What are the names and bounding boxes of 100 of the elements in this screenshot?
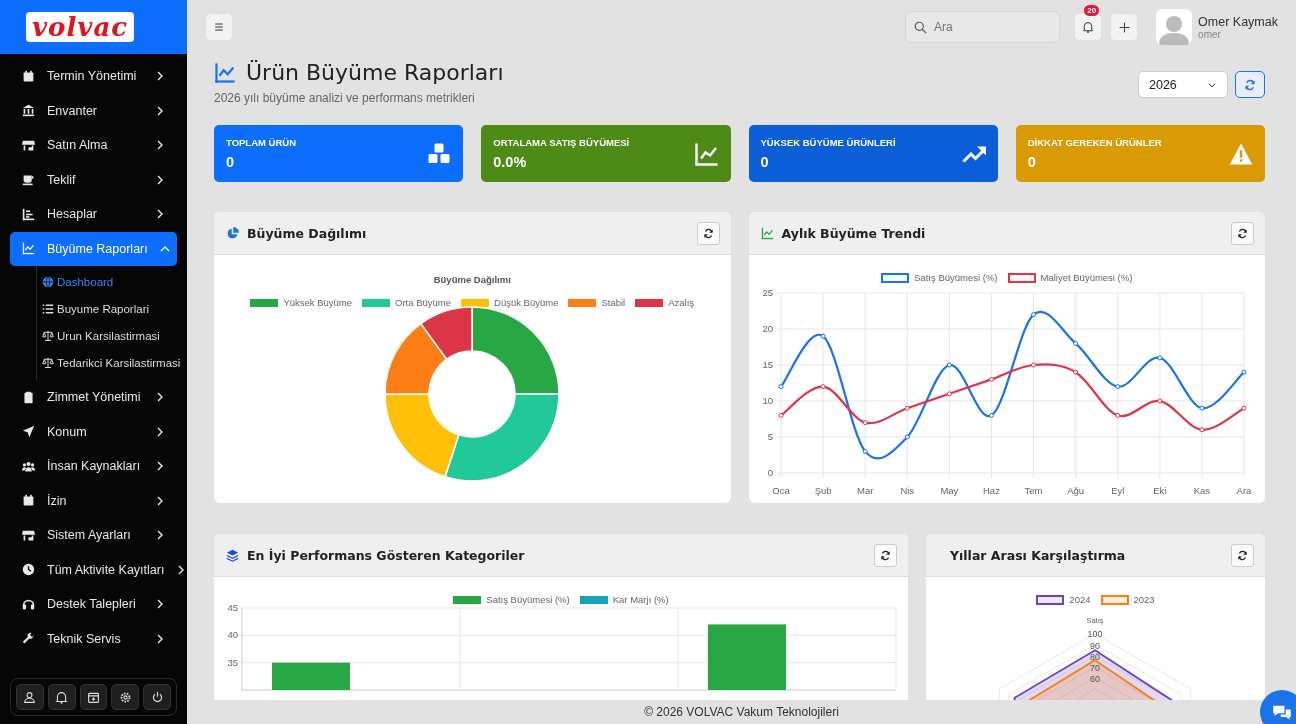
- stat-label: DİKKAT GEREKEN ÜRÜNLER: [1027, 137, 1162, 148]
- axis-tick-label: Oca: [771, 485, 790, 496]
- submenu-item[interactable]: Buyume Raporlari: [42, 295, 150, 322]
- refresh-button[interactable]: [696, 221, 720, 245]
- axis-tick-label: Eyl: [1110, 485, 1124, 496]
- stat-value: 0.0%: [493, 154, 528, 170]
- axis-tick-label: Tem: [1024, 485, 1042, 496]
- stat-label: TOPLAM ÜRÜN: [226, 137, 297, 148]
- chart-line-icon: [22, 242, 35, 256]
- sidebar-item[interactable]: İnsan Kaynakları: [10, 449, 177, 484]
- submenu-item[interactable]: Tedarikci Karsilastirmasi: [42, 349, 181, 376]
- layers-icon: [226, 548, 239, 562]
- legend-label[interactable]: Orta Büyüme: [395, 297, 452, 308]
- chart-title: Büyüme Dağılımı: [432, 274, 512, 285]
- legend-label[interactable]: Azalış: [668, 297, 695, 308]
- refresh-button[interactable]: [1231, 543, 1254, 567]
- legend-label[interactable]: Kar Marjı (%): [612, 594, 669, 605]
- sidebar-item[interactable]: Tüm Aktivite Kayıtları: [10, 552, 177, 587]
- globe-icon: [42, 275, 54, 288]
- refresh-button[interactable]: [874, 543, 897, 567]
- refresh-button[interactable]: [1231, 221, 1254, 245]
- axis-label: Satış: [1086, 615, 1104, 625]
- axis-tick-label: 35: [227, 656, 238, 668]
- legend-label[interactable]: Düşük Büyüme: [494, 297, 559, 308]
- chart-line-icon: [694, 141, 719, 166]
- bank-icon: [22, 104, 35, 118]
- sidebar-item[interactable]: Envanter: [10, 93, 177, 128]
- cubes-icon: [427, 141, 452, 166]
- axis-tick-label: 70: [1090, 662, 1100, 673]
- bell-icon: [55, 690, 69, 704]
- calendar-icon: [22, 494, 35, 508]
- axis-tick-label: Ağu: [1066, 485, 1084, 496]
- sidebar-item[interactable]: İzin: [10, 483, 177, 518]
- user-button[interactable]: [16, 684, 44, 710]
- sidebar-item[interactable]: Büyüme Raporları: [10, 231, 177, 266]
- scale-icon: [42, 329, 54, 342]
- card-title: En İyi Performans Gösteren Kategoriler: [247, 547, 525, 563]
- sidebar-item[interactable]: Teknik Servis: [10, 621, 177, 656]
- add-button[interactable]: [1110, 13, 1139, 41]
- page-title: Ürün Büyüme Raporları: [246, 60, 504, 85]
- card-title: Büyüme Dağılımı: [247, 225, 367, 241]
- scale-icon: [42, 356, 54, 369]
- sidebar-item[interactable]: Satın Alma: [10, 128, 177, 163]
- legend-label[interactable]: Stabil: [601, 297, 626, 308]
- calendar-icon: [22, 69, 35, 83]
- axis-tick-label: Ara: [1236, 485, 1251, 496]
- legend-label[interactable]: 2023: [1133, 594, 1155, 605]
- axis-tick-label: 5: [767, 431, 773, 442]
- refresh-icon: [1237, 227, 1248, 239]
- location-arrow-icon: [22, 425, 35, 439]
- notification-badge: 20: [1084, 5, 1100, 16]
- list-icon: [42, 302, 54, 315]
- cup-icon: [22, 173, 35, 187]
- sidebar-item[interactable]: Hesaplar: [10, 197, 177, 232]
- calendar-button[interactable]: [79, 684, 108, 710]
- clock-icon: [22, 563, 35, 577]
- list-chart-icon: [22, 207, 35, 221]
- menu-icon: [213, 21, 225, 33]
- menu-button[interactable]: [205, 13, 233, 41]
- axis-tick-label: 80: [1090, 651, 1100, 662]
- axis-tick-label: 15: [761, 359, 773, 370]
- page-subtitle: 2026 yılı büyüme analizi ve performans metrikleri: [214, 91, 476, 105]
- legend-label[interactable]: 2024: [1069, 594, 1091, 605]
- power-button[interactable]: [143, 684, 171, 710]
- legend-label[interactable]: Maliyet Büyümesi (%): [1040, 272, 1133, 283]
- axis-tick-label: Mar: [856, 485, 873, 496]
- warning-icon: [1229, 141, 1253, 166]
- submenu-item[interactable]: Dashboard: [42, 268, 114, 295]
- sidebar-item[interactable]: Konum: [10, 414, 177, 449]
- year-select[interactable]: 2026: [1138, 71, 1228, 98]
- legend-label[interactable]: Satış Büyümesi (%): [914, 272, 998, 283]
- axis-tick-label: 45: [227, 604, 238, 613]
- logo[interactable]: volvac: [26, 12, 135, 42]
- sidebar-item[interactable]: Zimmet Yönetimi: [10, 380, 177, 415]
- sidebar-item[interactable]: Termin Yönetimi: [10, 59, 177, 94]
- settings-icon: [118, 690, 132, 704]
- sidebar-item[interactable]: Teklif: [10, 162, 177, 197]
- user-silhouette-icon: [1159, 13, 1190, 45]
- legend-label[interactable]: Yüksek Büyüme: [283, 297, 353, 308]
- refresh-icon: [1237, 549, 1248, 561]
- stat-label: ORTALAMA SATIŞ BÜYÜMESİ: [493, 137, 630, 148]
- calendar-plus-icon: [87, 690, 100, 704]
- sidebar-item[interactable]: Destek Talepleri: [10, 587, 177, 622]
- search-field[interactable]: Ara: [905, 11, 1061, 43]
- axis-tick-label: Şub: [814, 485, 832, 496]
- submenu-item[interactable]: Urun Karsilastirmasi: [42, 322, 160, 349]
- store-icon: [22, 138, 35, 152]
- axis-tick-label: Eki: [1152, 485, 1166, 496]
- axis-tick-label: 60: [1090, 673, 1100, 684]
- bell-icon: [1082, 21, 1095, 33]
- refresh-icon: [702, 227, 714, 239]
- settings-button[interactable]: [111, 684, 140, 710]
- headset-icon: [22, 597, 35, 611]
- wrench-icon: [22, 632, 35, 646]
- sidebar-item[interactable]: Sistem Ayarları: [10, 518, 177, 553]
- card-title: Yıllar Arası Karşılaştırma: [950, 547, 1126, 563]
- notifications-button[interactable]: [47, 684, 76, 710]
- axis-tick-label: 25: [761, 287, 773, 298]
- pie-chart-icon: [226, 226, 239, 240]
- legend-label[interactable]: Satış Büyümesi (%): [486, 594, 570, 605]
